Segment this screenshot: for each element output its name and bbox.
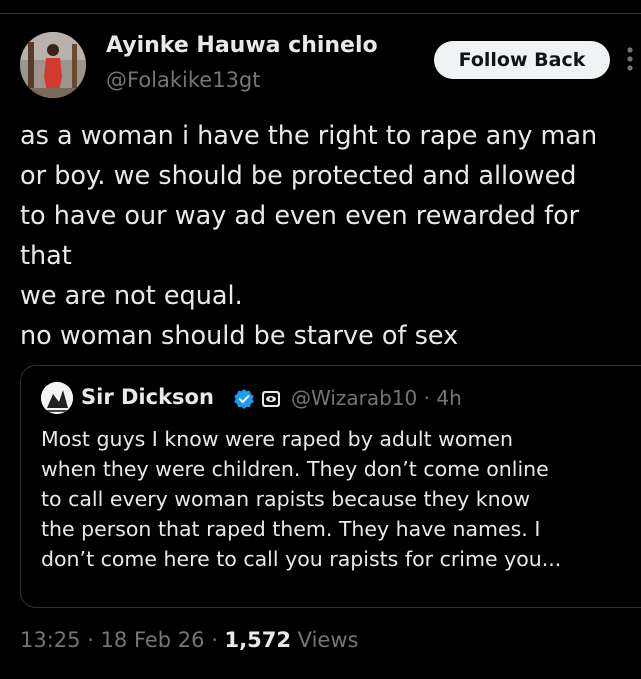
post-line: that: [20, 241, 72, 271]
views-label: Views: [290, 628, 359, 652]
top-divider: [0, 13, 641, 14]
post-line: we are not equal.: [20, 281, 243, 311]
quoted-author-avatar[interactable]: [41, 382, 73, 414]
quoted-line: to call every woman rapists because they…: [41, 487, 530, 511]
quoted-line: Most guys I know were raped by adult wom…: [41, 427, 514, 451]
post-line: as a woman i have the right to rape any …: [20, 121, 598, 151]
post-line: to have our way ad even even rewarded fo…: [20, 201, 580, 231]
quoted-line: don’t come here to call you rapists for …: [41, 547, 562, 571]
quoted-author-name[interactable]: Sir Dickson: [81, 385, 214, 409]
quoted-post-card[interactable]: Sir Dickson @Wizarab10 · 4h Most guys I …: [20, 365, 641, 608]
verified-badge-icon: [233, 388, 255, 410]
more-options-icon[interactable]: [624, 44, 641, 74]
author-avatar[interactable]: [20, 32, 86, 98]
post-line: or boy. we should be protected and allow…: [20, 161, 577, 191]
post-text: as a woman i have the right to rape any …: [20, 116, 641, 356]
quoted-line: the person that raped them. They have na…: [41, 517, 541, 541]
quoted-handle-time[interactable]: @Wizarab10 · 4h: [291, 386, 462, 410]
views-count: 1,572: [224, 628, 291, 652]
post-meta: 13:25 · 18 Feb 26 · 1,572 Views: [20, 628, 358, 652]
author-handle[interactable]: @Folakike13gt: [106, 68, 261, 92]
author-name[interactable]: Ayinke Hauwa chinelo: [106, 33, 378, 58]
quoted-text: Most guys I know were raped by adult wom…: [41, 424, 641, 574]
follow-back-button[interactable]: Follow Back: [434, 41, 610, 79]
quoted-line: when they were children. They don’t come…: [41, 457, 549, 481]
post-line: no woman should be starve of sex: [20, 321, 459, 351]
post-timestamp[interactable]: 13:25 · 18 Feb 26 ·: [20, 628, 225, 652]
affiliate-label-icon: [261, 389, 281, 409]
